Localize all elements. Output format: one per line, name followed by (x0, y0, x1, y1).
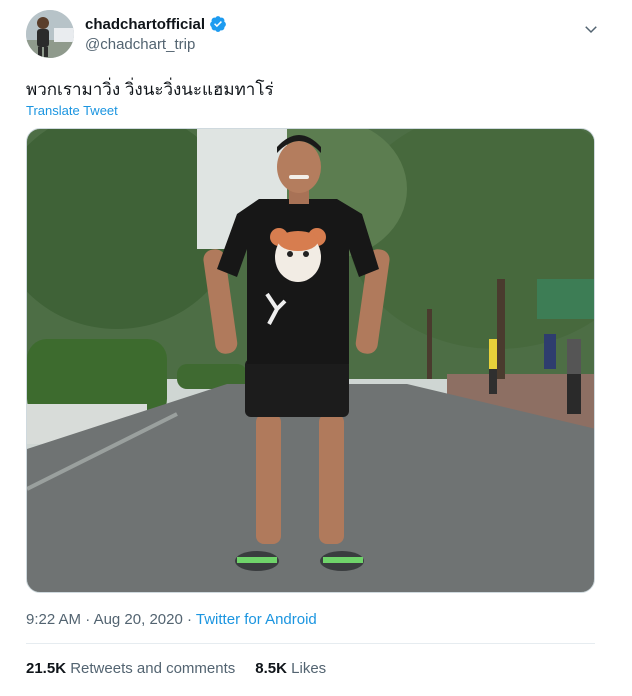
likes-label: Likes (291, 660, 327, 677)
translate-tweet-link[interactable]: Translate Tweet (26, 103, 118, 118)
retweets-count: 21.5K (26, 660, 67, 677)
avatar[interactable] (26, 10, 74, 58)
tweet-text: พวกเรามาวิ่ง วิ่งนะวิ่งนะแฮมทาโร่ (26, 80, 274, 99)
verified-badge-icon (209, 15, 227, 33)
meta-separator: · (85, 611, 91, 628)
retweets-stat[interactable]: 21.5K Retweets and comments (26, 660, 235, 677)
user-names: chadchartofficial @chadchart_trip (85, 14, 227, 53)
chevron-down-icon[interactable] (582, 20, 600, 38)
display-name-row: chadchartofficial (85, 14, 227, 34)
tweet-header: chadchartofficial @chadchart_trip (26, 10, 606, 60)
likes-count: 8.5K (255, 660, 287, 677)
tweet-time[interactable]: 9:22 AM (26, 611, 81, 628)
tweet-source-link[interactable]: Twitter for Android (196, 611, 317, 628)
tweet-meta: 9:22 AM · Aug 20, 2020 · Twitter for And… (26, 611, 317, 628)
tweet-photo[interactable] (26, 128, 595, 593)
likes-stat[interactable]: 8.5K Likes (255, 660, 326, 677)
retweets-label: Retweets and comments (70, 660, 236, 677)
divider (26, 643, 595, 644)
user-handle[interactable]: @chadchart_trip (85, 36, 227, 53)
tweet-stats: 21.5K Retweets and comments 8.5K Likes (26, 660, 326, 677)
display-name[interactable]: chadchartofficial (85, 16, 205, 33)
meta-separator: · (186, 611, 192, 628)
tweet-date[interactable]: Aug 20, 2020 (94, 611, 183, 628)
